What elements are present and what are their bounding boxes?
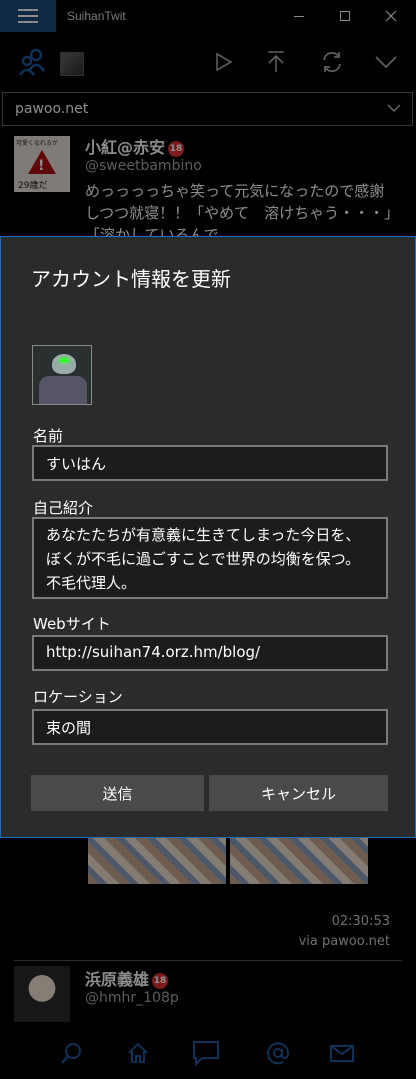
website-label: Webサイト — [33, 615, 111, 633]
avatar-eye — [59, 358, 69, 363]
website-field[interactable]: http://suihan74.orz.hm/blog/ — [32, 635, 388, 671]
name-field[interactable]: すいはん — [32, 445, 388, 481]
name-label: 名前 — [33, 427, 64, 445]
avatar-figure — [39, 376, 87, 404]
app-window: SuihanTwit pawoo.net 可愛くなれるが ! 29歳だ 小紅@赤… — [0, 0, 416, 1079]
cancel-button[interactable]: キャンセル — [209, 775, 388, 811]
dialog-title: アカウント情報を更新 — [31, 267, 231, 291]
avatar[interactable] — [32, 345, 92, 405]
location-field[interactable]: 束の間 — [32, 709, 388, 745]
avatar-head — [52, 354, 76, 374]
submit-button[interactable]: 送信 — [31, 775, 204, 811]
bio-label: 自己紹介 — [33, 499, 94, 517]
update-account-dialog: アカウント情報を更新 名前 すいはん 自己紹介 あなたたちが有意義に生きてしまっ… — [0, 236, 416, 838]
location-label: ロケーション — [33, 688, 123, 706]
bio-field[interactable]: あなたたちが有意義に生きてしまった今日を、ぼくが不毛に過ごすことで世界の均衡を保… — [32, 517, 388, 599]
